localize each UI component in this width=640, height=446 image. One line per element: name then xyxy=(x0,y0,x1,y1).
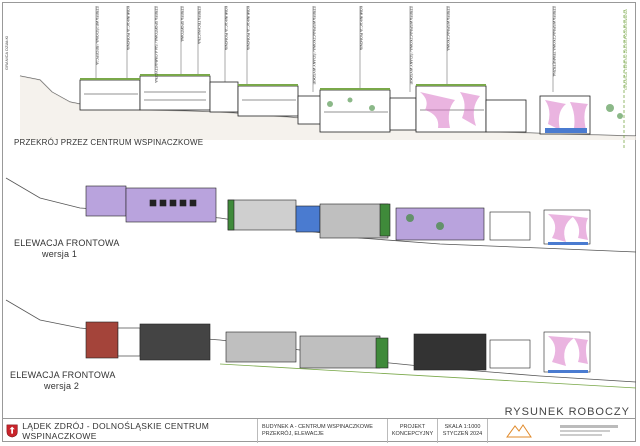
zone-label: STREFA WSPINACZKOWA / ŚCIANY WYSOKIE xyxy=(312,6,316,85)
section-title: PRZEKRÓJ PRZEZ CENTRUM WSPINACZKOWE xyxy=(14,138,204,147)
zone-label: STREFA SPORTOWA / SALA GIMNASTYCZNA xyxy=(154,6,158,83)
title-block-project: LĄDEK ZDRÓJ - DOLNOŚLĄSKIE CENTRUM WSPIN… xyxy=(2,419,258,443)
title-block-building: BUDYNEK A - CENTRUM WSPINACZKOWE PRZEKRÓ… xyxy=(258,419,388,443)
zone-label: KOMUNIKACJA PIONOWA xyxy=(224,6,228,50)
title-block-scale-date: SKALA 1:1000 STYCZEŃ 2024 xyxy=(438,419,488,443)
zone-label: KOMUNIKACJA PIONOWA xyxy=(126,6,130,50)
zone-label: KOMUNIKACJA PIONOWA xyxy=(359,6,363,50)
zone-label: STREFA TECHNICZNA xyxy=(197,6,201,44)
drawing-sheet: GRANICA TERENU ZAGOSPODAROWANIA GRANICA … xyxy=(0,0,640,446)
elevation-1-title: ELEWACJA FRONTOWA xyxy=(14,238,120,248)
right-boundary-label: GRANICA TERENU ZAGOSPODAROWANIA xyxy=(623,9,628,90)
phase-line-1: PROJEKT xyxy=(399,424,426,430)
coat-of-arms-icon xyxy=(6,424,18,438)
scale: SKALA 1:1000 xyxy=(444,424,481,430)
zone-label: STREFA WSPINACZKOWA / ŚCIANY WYSOKIE xyxy=(409,6,413,85)
zone-label: STREFA WEJŚCIOWA / RECEPCJA xyxy=(95,6,99,65)
office-logo-icon xyxy=(506,424,532,438)
left-boundary-label: GRANICA DZIAŁKI xyxy=(4,36,9,70)
elevation-1-subtitle: wersja 1 xyxy=(42,249,78,259)
phase-line-2: KONCEPCYJNY xyxy=(391,431,434,437)
zone-label: STREFA WSPINACZKOWA ZEWNĘTRZNA xyxy=(552,6,556,77)
pool xyxy=(545,128,587,133)
title-block-office xyxy=(488,419,636,443)
elevation-2-subtitle: wersja 2 xyxy=(44,381,80,391)
office-stamp-icon xyxy=(560,425,618,436)
title-block: LĄDEK ZDRÓJ - DOLNOŚLĄSKIE CENTRUM WSPIN… xyxy=(2,418,636,443)
project-name: LĄDEK ZDRÓJ - DOLNOŚLĄSKIE CENTRUM WSPIN… xyxy=(22,421,210,441)
date: STYCZEŃ 2024 xyxy=(442,431,483,437)
building-line-1: BUDYNEK A - CENTRUM WSPINACZKOWE xyxy=(262,424,373,430)
building-line-2: PRZEKRÓJ, ELEWACJE xyxy=(262,431,324,437)
zone-label: STREFA SPORTOWA xyxy=(180,6,184,42)
zone-label: KOMUNIKACJA PIONOWA xyxy=(246,6,250,50)
title-block-phase: PROJEKT KONCEPCYJNY xyxy=(388,419,438,443)
elevation-1-drawing xyxy=(5,177,637,253)
elevation-2-title: ELEWACJA FRONTOWA xyxy=(10,370,116,380)
zone-label: STREFA WSPINACZKOWA xyxy=(446,6,450,51)
working-drawing-stamp: RYSUNEK ROBOCZY xyxy=(504,406,630,418)
